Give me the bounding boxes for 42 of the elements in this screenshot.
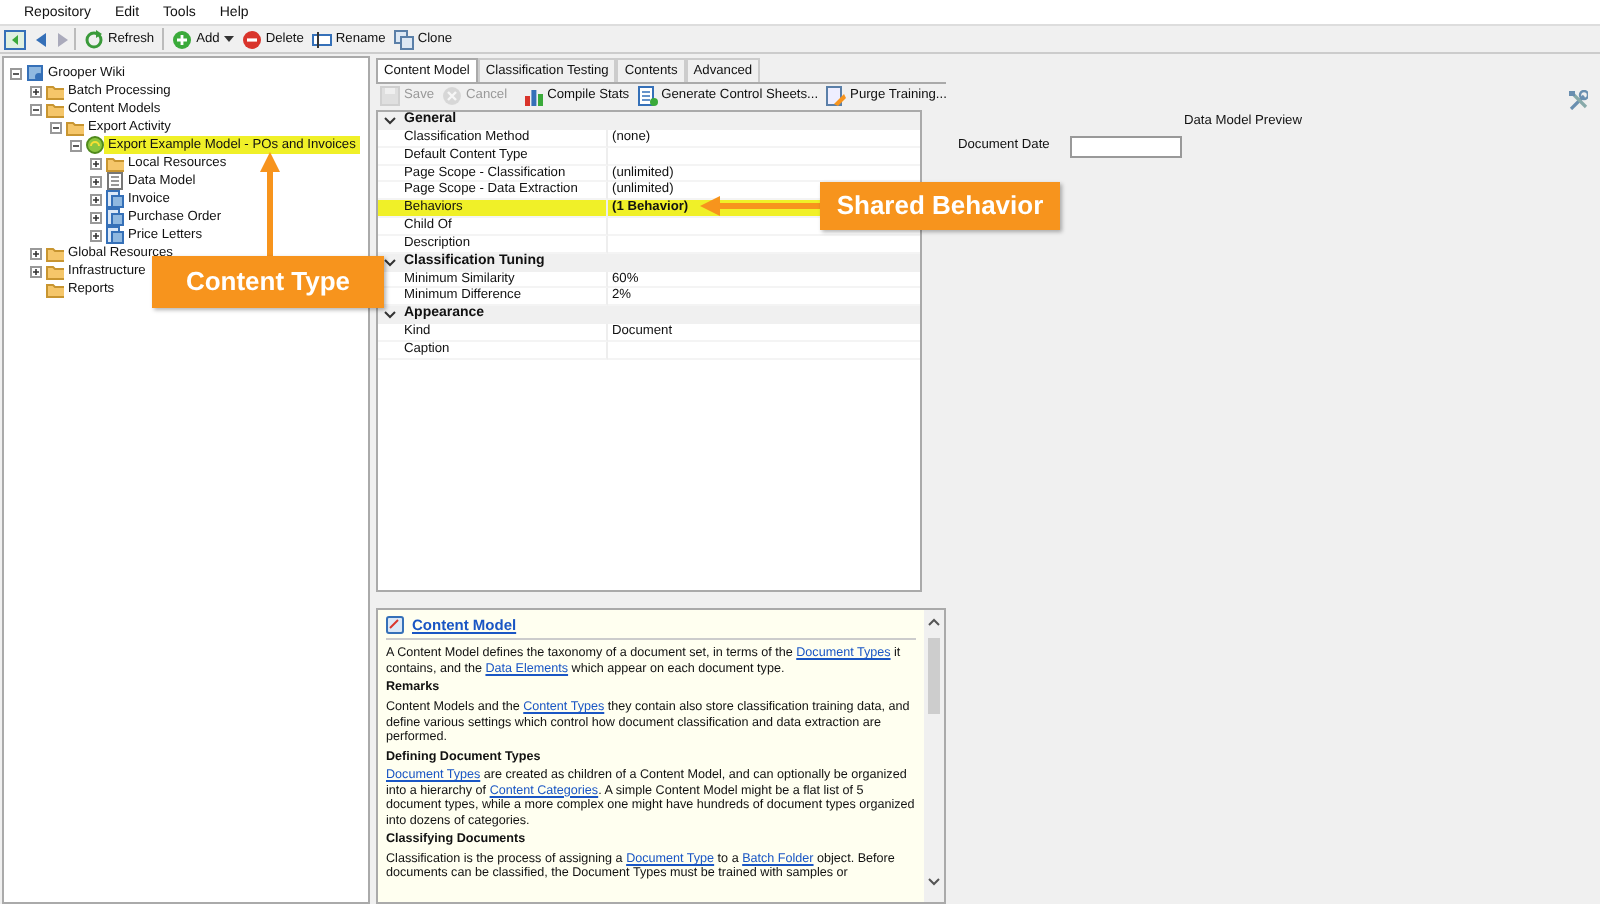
- callout-arrow: [700, 196, 820, 216]
- document-icon: [637, 86, 658, 107]
- delete-icon: [241, 29, 262, 49]
- server-icon: [26, 64, 44, 82]
- scrollbar[interactable]: [924, 610, 944, 903]
- scroll-up-icon[interactable]: [928, 618, 940, 627]
- callout-label: Shared Behavior: [820, 182, 1060, 230]
- cancel-icon: [442, 86, 463, 107]
- rename-icon: [311, 29, 332, 49]
- collapse-icon[interactable]: [10, 67, 22, 79]
- scroll-down-icon[interactable]: [928, 878, 940, 887]
- caret-icon: [223, 36, 234, 42]
- back-icon[interactable]: [34, 31, 48, 47]
- collapse-icon[interactable]: [384, 115, 396, 126]
- collapse-icon[interactable]: [70, 139, 82, 151]
- expand-icon[interactable]: [90, 229, 102, 241]
- expand-icon[interactable]: [90, 175, 102, 187]
- expand-icon[interactable]: [30, 85, 42, 97]
- scroll-thumb[interactable]: [928, 638, 940, 715]
- panel-toggle-icon[interactable]: [4, 29, 26, 49]
- help-icon: [386, 616, 404, 635]
- input-field[interactable]: [1070, 135, 1182, 158]
- refresh-icon: [84, 29, 104, 49]
- clone-icon: [393, 29, 414, 49]
- collapse-icon[interactable]: [384, 257, 396, 268]
- save-icon: [380, 86, 400, 107]
- tools-icon[interactable]: [1568, 90, 1588, 110]
- list-icon: [106, 172, 124, 190]
- model-icon: [86, 136, 104, 154]
- callout-arrow: [260, 152, 280, 258]
- bar-chart-icon: [523, 86, 544, 107]
- add-icon: [172, 29, 193, 49]
- expand-icon[interactable]: [90, 157, 102, 169]
- eraser-icon: [826, 86, 847, 107]
- collapse-icon[interactable]: [50, 121, 62, 133]
- expand-icon[interactable]: [30, 247, 42, 259]
- expand-icon[interactable]: [90, 193, 102, 205]
- callout-label: Content Type: [152, 256, 384, 308]
- expand-icon[interactable]: [30, 265, 42, 277]
- collapse-icon[interactable]: [384, 310, 396, 321]
- collapse-icon[interactable]: [30, 103, 42, 115]
- expand-icon[interactable]: [90, 211, 102, 223]
